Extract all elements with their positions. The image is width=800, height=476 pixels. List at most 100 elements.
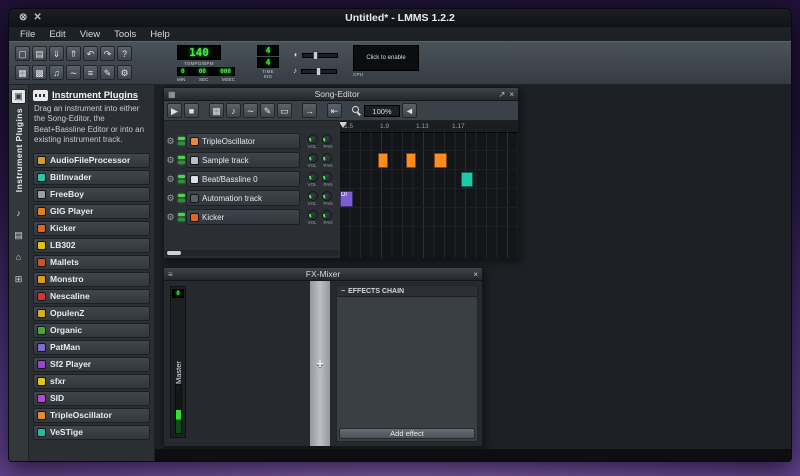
instrument-item[interactable]: BitInvader — [33, 169, 150, 185]
automation-pattern-segment[interactable]: Dr — [340, 191, 353, 207]
export-project-button[interactable]: ⇑ — [66, 46, 81, 61]
home-tab-icon[interactable]: ⌂ — [12, 250, 26, 264]
cpu-meter[interactable]: Click to enable CPU — [353, 45, 419, 77]
instrument-item[interactable]: LB302 — [33, 237, 150, 253]
song-editor-toggle-button[interactable]: ▦ — [15, 65, 30, 80]
pan-knob[interactable] — [322, 190, 332, 201]
volume-knob[interactable] — [308, 152, 318, 163]
menu-file[interactable]: File — [13, 29, 42, 40]
track-name-button[interactable]: Kicker — [186, 209, 300, 225]
instrument-item[interactable]: FreeBoy — [33, 186, 150, 202]
skip-to-start-button[interactable]: ⇤ — [327, 103, 342, 118]
instrument-item[interactable]: GIG Player — [33, 203, 150, 219]
volume-knob[interactable] — [308, 190, 318, 201]
add-channel-button[interactable]: + — [316, 356, 324, 371]
instrument-item[interactable]: VeSTige — [33, 424, 150, 440]
chain-collapse-icon[interactable]: − — [341, 288, 345, 295]
titlebar[interactable]: ⊗ ✕ Untitled* - LMMS 1.2.2 — [9, 9, 791, 27]
fx-mixer-toggle-button[interactable]: ≡ — [83, 65, 98, 80]
fx-mixer-titlebar[interactable]: ≡ FX-Mixer × — [164, 268, 482, 281]
track-name-button[interactable]: TripleOscillator — [186, 133, 300, 149]
grid-row[interactable] — [340, 189, 518, 208]
close-icon[interactable]: × — [473, 270, 478, 279]
tempo-display[interactable]: 140 TEMPO/BPM — [177, 45, 221, 66]
timesig-denominator[interactable]: 4 — [257, 57, 279, 68]
samples-tab-icon[interactable]: ♪ — [12, 206, 26, 220]
add-bb-track-button[interactable]: ▦ — [209, 103, 224, 118]
instrument-item[interactable]: Sf2 Player — [33, 356, 150, 372]
instrument-item[interactable]: AudioFileProcessor — [33, 152, 150, 168]
grid-row[interactable] — [340, 151, 518, 170]
bb-pattern-segment[interactable] — [461, 172, 473, 187]
menu-edit[interactable]: Edit — [42, 29, 72, 40]
instruments-tab-label[interactable]: Instrument Plugins — [14, 108, 24, 192]
pan-knob[interactable] — [322, 152, 332, 163]
undo-button[interactable]: ↶ — [83, 46, 98, 61]
pan-knob[interactable] — [322, 171, 332, 182]
time-signature-display[interactable]: 4 4 TIME SIG — [257, 45, 279, 79]
solo-led[interactable] — [177, 199, 185, 202]
track-gear-icon[interactable]: ⚙ — [165, 212, 176, 223]
track-name-button[interactable]: Beat/Bassline 0 — [186, 171, 300, 187]
computer-tab-icon[interactable]: ⊞ — [12, 272, 26, 286]
mute-led[interactable] — [177, 156, 185, 159]
edit-mode-button[interactable]: ▭ — [277, 103, 292, 118]
zoom-level-select[interactable]: 100% — [364, 104, 400, 117]
cpu-overlay[interactable]: Click to enable — [353, 45, 419, 71]
volume-knob[interactable] — [308, 133, 318, 144]
save-project-button[interactable]: ⇓ — [49, 46, 64, 61]
instrument-item[interactable]: Mallets — [33, 254, 150, 270]
scrollbar-thumb[interactable] — [167, 251, 181, 255]
master-volume-slider[interactable] — [301, 50, 338, 60]
mute-led[interactable] — [177, 213, 185, 216]
minimize-icon[interactable]: ⊗ — [19, 13, 27, 23]
track-name-button[interactable]: Automation track — [186, 190, 300, 206]
grid-row[interactable] — [340, 208, 518, 227]
close-icon[interactable]: × — [509, 90, 514, 99]
menu-view[interactable]: View — [73, 29, 107, 40]
song-editor-titlebar[interactable]: ▦ Song-Editor ↗ × — [164, 88, 518, 101]
open-project-button[interactable]: ▤ — [32, 46, 47, 61]
solo-led[interactable] — [177, 161, 185, 164]
track-gear-icon[interactable]: ⚙ — [165, 155, 176, 166]
playhead-marker[interactable] — [340, 122, 347, 128]
project-notes-toggle-button[interactable]: ✎ — [100, 65, 115, 80]
add-effect-button[interactable]: Add effect — [339, 428, 475, 439]
menu-tools[interactable]: Tools — [107, 29, 143, 40]
bb-editor-toggle-button[interactable]: ▩ — [32, 65, 47, 80]
mute-led[interactable] — [177, 175, 185, 178]
master-channel-strip[interactable]: 0 Master — [170, 286, 186, 438]
mute-led[interactable] — [177, 194, 185, 197]
sample-segment[interactable] — [406, 153, 416, 168]
grid-row[interactable] — [340, 132, 518, 151]
timesig-numerator[interactable]: 4 — [257, 45, 279, 56]
volume-knob[interactable] — [308, 171, 318, 182]
pan-knob[interactable] — [322, 209, 332, 220]
song-timeline-grid[interactable]: 1.5 1.9 1.13 1.17 Dr — [340, 121, 518, 258]
instruments-tab-icon[interactable]: ▣ — [11, 89, 26, 104]
draw-mode-button[interactable]: ✎ — [260, 103, 275, 118]
tempo-value[interactable]: 140 — [177, 45, 221, 60]
behaviour-at-stop-button[interactable]: → — [302, 103, 317, 118]
automation-editor-toggle-button[interactable]: ∼ — [66, 65, 81, 80]
close-icon[interactable]: ✕ — [33, 13, 41, 23]
volume-knob[interactable] — [308, 209, 318, 220]
horizontal-scrollbar[interactable] — [165, 250, 339, 256]
pan-knob[interactable] — [322, 133, 332, 144]
sample-segment[interactable] — [434, 153, 447, 168]
instrument-item[interactable]: Nescaline — [33, 288, 150, 304]
new-project-button[interactable]: ▢ — [15, 46, 30, 61]
redo-button[interactable]: ↷ — [100, 46, 115, 61]
track-name-button[interactable]: Sample track — [186, 152, 300, 168]
whats-this-button[interactable]: ? — [117, 46, 132, 61]
track-gear-icon[interactable]: ⚙ — [165, 136, 176, 147]
stop-button[interactable]: ■ — [184, 103, 199, 118]
instrument-item[interactable]: Kicker — [33, 220, 150, 236]
solo-led[interactable] — [177, 142, 185, 145]
piano-roll-toggle-button[interactable]: ♫ — [49, 65, 64, 80]
sample-segment[interactable] — [378, 153, 388, 168]
instrument-item[interactable]: TripleOscillator — [33, 407, 150, 423]
track-gear-icon[interactable]: ⚙ — [165, 174, 176, 185]
mute-led[interactable] — [177, 137, 185, 140]
solo-led[interactable] — [177, 180, 185, 183]
